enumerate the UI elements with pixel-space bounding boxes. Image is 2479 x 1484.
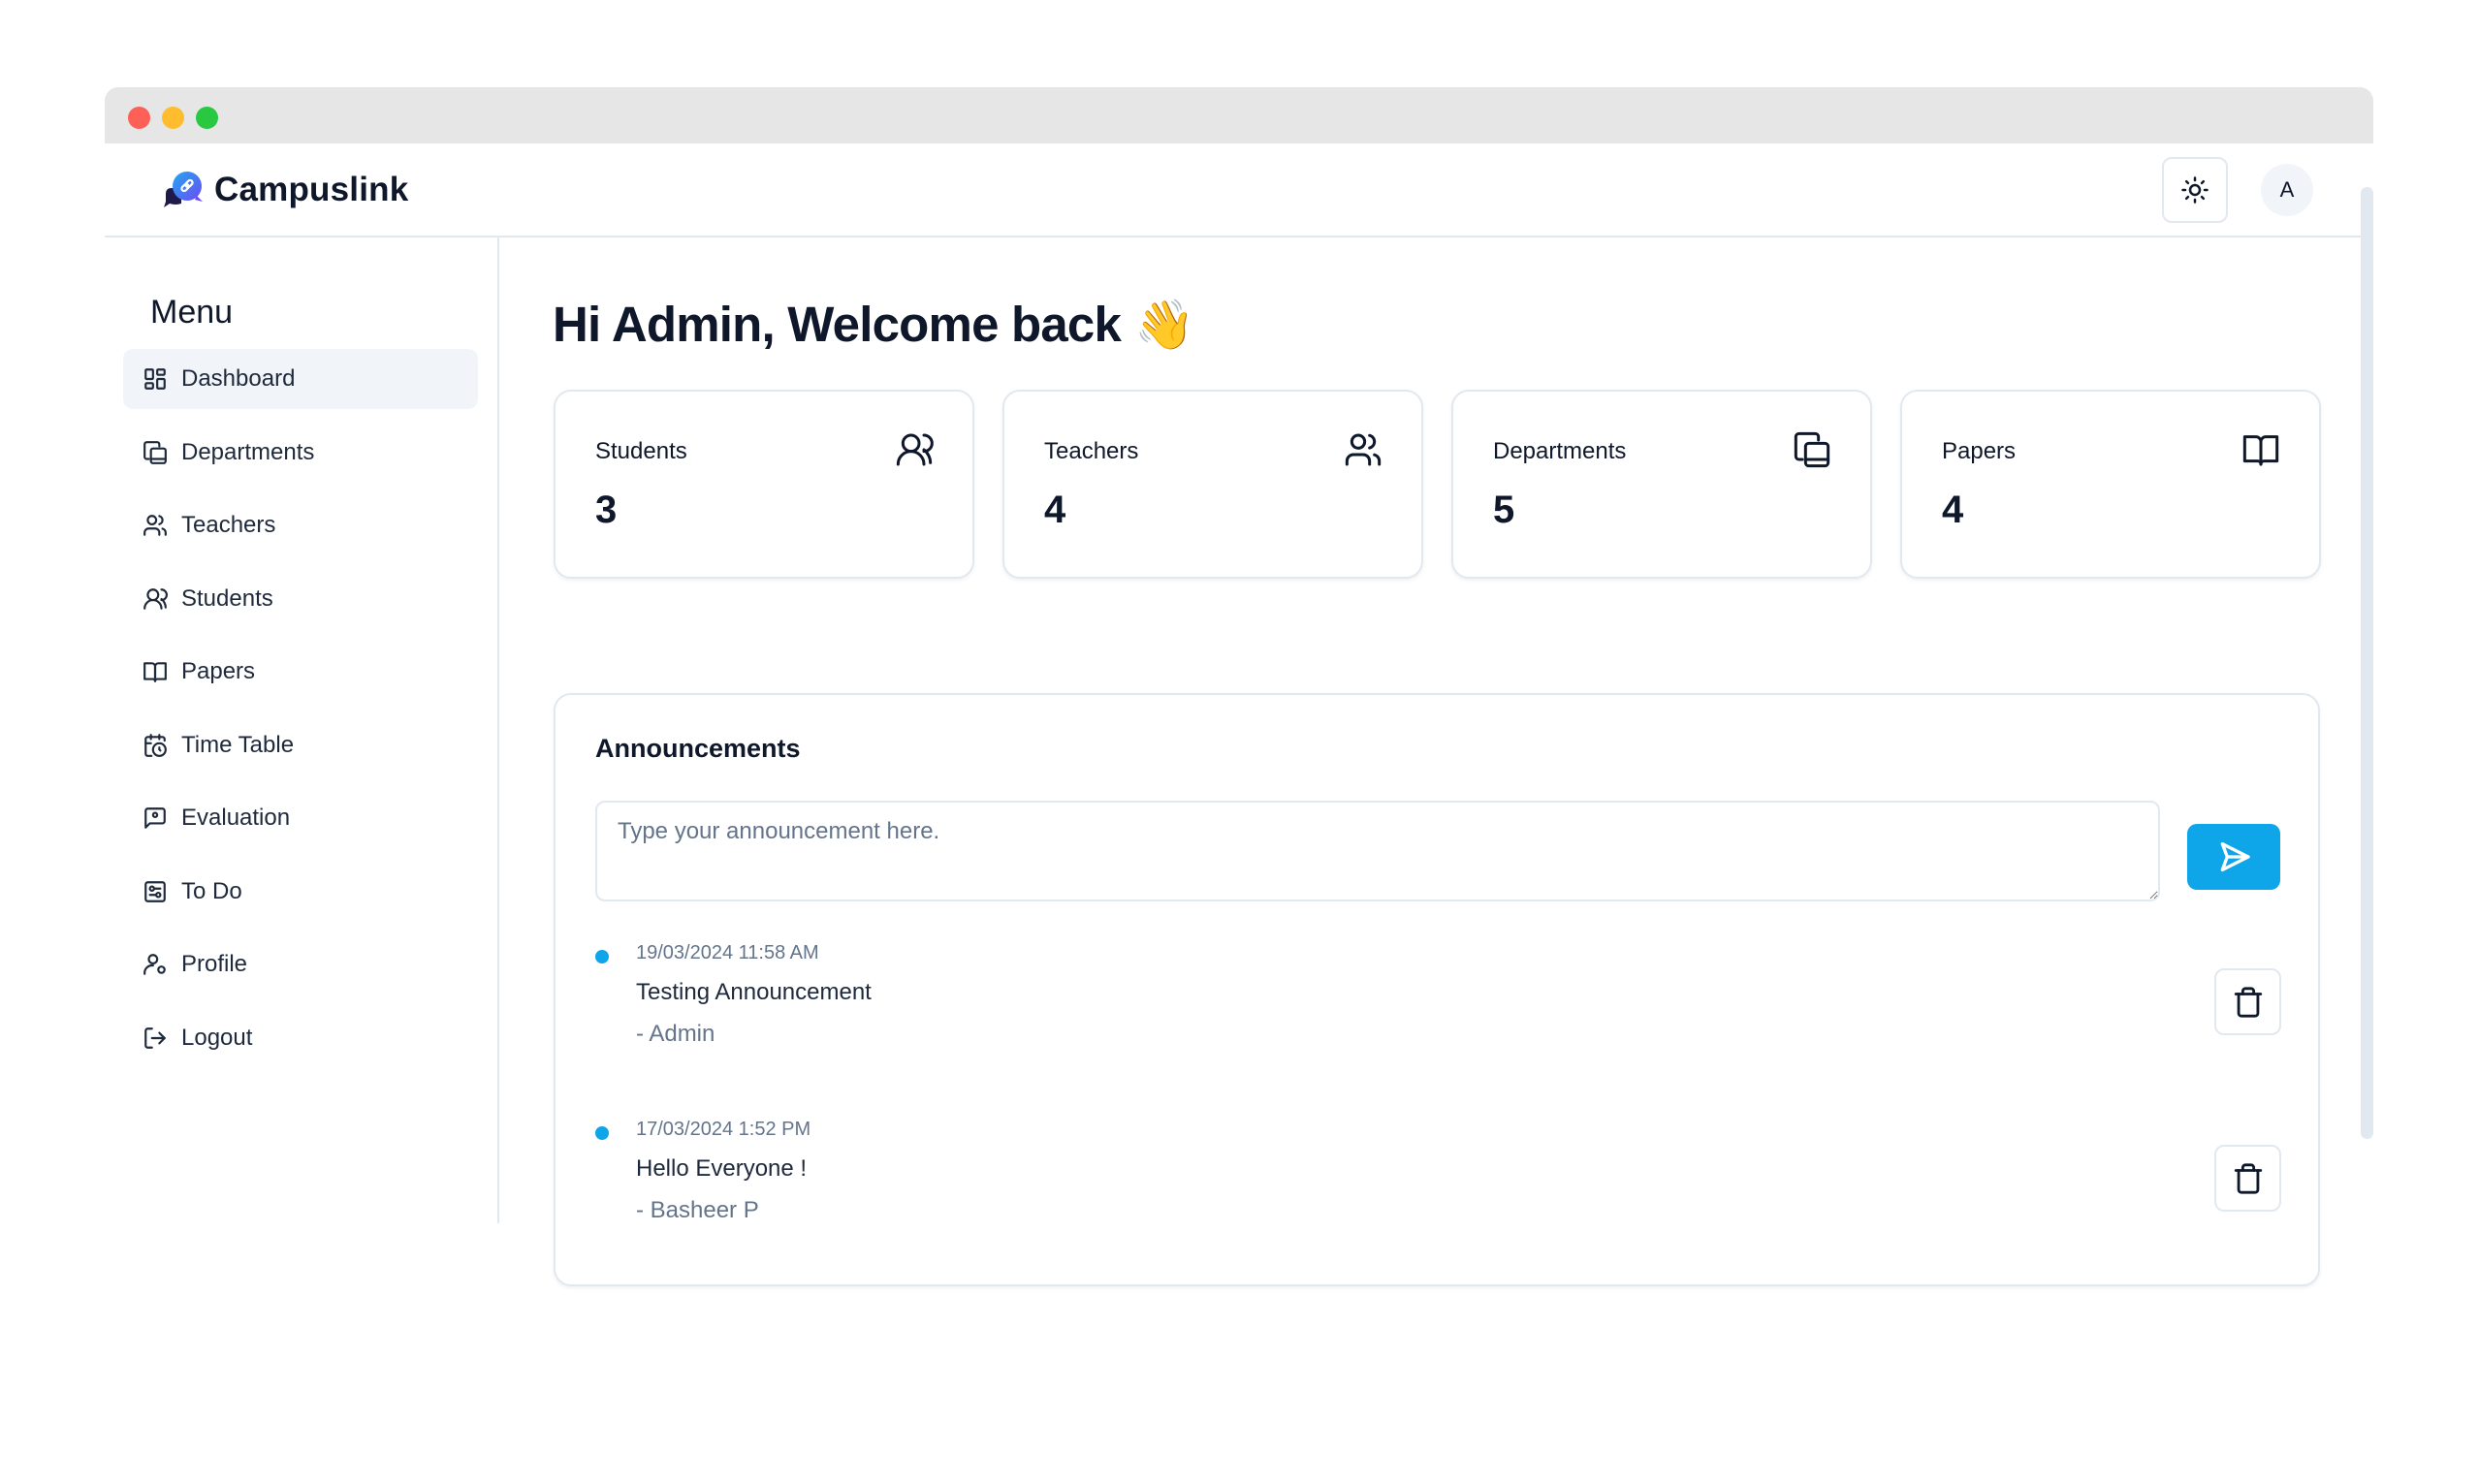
announcements-title: Announcements	[595, 734, 801, 763]
sidebar-item-time-table[interactable]: Time Table	[123, 715, 478, 775]
stat-label: Papers	[1942, 438, 2017, 464]
users-icon	[143, 515, 167, 536]
announcements-panel: Announcements 19/03/2024 11:58 AM Testin…	[554, 693, 2320, 1286]
announcement-text: Hello Everyone !	[636, 1155, 808, 1182]
app-window: Campuslink A Menu Dashboard Departments	[105, 87, 2373, 1286]
announcement-time: 17/03/2024 1:52 PM	[636, 1119, 811, 1140]
chat-link-logo-icon	[164, 172, 203, 207]
sidebar-item-logout[interactable]: Logout	[123, 1008, 478, 1068]
message-square-icon	[144, 807, 166, 829]
delete-announcement-button[interactable]	[2214, 1145, 2281, 1212]
minimize-window-button[interactable]	[162, 107, 184, 129]
title-bar	[105, 87, 2373, 143]
departments-icon	[1794, 431, 1830, 468]
sidebar-item-label: Departments	[181, 438, 315, 465]
users-icon	[1345, 433, 1382, 466]
users-round-icon	[143, 587, 168, 610]
announcement-time: 19/03/2024 11:58 AM	[636, 942, 819, 963]
departments-icon	[143, 440, 167, 464]
main-content: Hi Admin, Welcome back 👋 Students 3 Teac…	[499, 237, 2373, 1286]
vertical-scrollbar[interactable]	[2361, 187, 2373, 1139]
stat-label: Teachers	[1044, 438, 1139, 464]
sidebar-item-label: Papers	[181, 658, 256, 684]
announcement-input[interactable]	[595, 801, 2160, 901]
stat-card-departments[interactable]: Departments 5	[1451, 390, 1872, 579]
avatar-initial: A	[2279, 177, 2295, 202]
book-open-icon	[2242, 435, 2279, 466]
sidebar-item-students[interactable]: Students	[123, 569, 478, 629]
bullet-dot	[595, 1126, 609, 1140]
sidebar: Menu Dashboard Departments Teachers Stud…	[105, 237, 499, 1223]
bullet-dot	[595, 950, 609, 963]
announcement-author: - Basheer P	[636, 1197, 759, 1223]
sun-icon	[2181, 176, 2209, 204]
stat-card-students[interactable]: Students 3	[554, 390, 974, 579]
sidebar-item-teachers[interactable]: Teachers	[123, 495, 478, 555]
menu-title: Menu	[150, 294, 234, 331]
sidebar-item-dashboard[interactable]: Dashboard	[123, 349, 478, 409]
dashboard-grid-icon	[144, 368, 166, 390]
stat-value: 4	[1942, 489, 1964, 531]
sidebar-item-departments[interactable]: Departments	[123, 423, 478, 483]
sidebar-item-papers[interactable]: Papers	[123, 642, 478, 702]
sidebar-item-label: To Do	[181, 877, 242, 904]
stat-card-teachers[interactable]: Teachers 4	[1002, 390, 1423, 579]
sidebar-item-label: Profile	[181, 951, 248, 977]
send-announcement-button[interactable]	[2187, 824, 2280, 890]
sidebar-item-label: Dashboard	[181, 365, 296, 392]
announcement-item: 19/03/2024 11:58 AM Testing Announcement…	[595, 940, 2282, 1095]
stat-label: Departments	[1493, 438, 1627, 464]
sidebar-nav: Dashboard Departments Teachers Students …	[123, 349, 478, 1081]
logout-icon	[144, 1026, 166, 1049]
sidebar-item-label: Time Table	[181, 731, 295, 758]
announcement-text: Testing Announcement	[636, 979, 872, 1005]
trash-icon	[2234, 986, 2262, 1018]
stats-cards: Students 3 Teachers 4 Departments 5 Pape…	[554, 390, 2321, 579]
user-avatar[interactable]: A	[2261, 164, 2313, 216]
delete-announcement-button[interactable]	[2214, 968, 2281, 1035]
brand-name: Campuslink	[214, 171, 409, 208]
stat-label: Students	[595, 438, 687, 464]
sidebar-item-to-do[interactable]: To Do	[123, 862, 478, 922]
sidebar-item-label: Teachers	[181, 512, 276, 538]
theme-toggle-button[interactable]	[2162, 157, 2228, 223]
greeting-text: Hi Admin, Welcome back	[553, 297, 1122, 352]
stat-value: 3	[595, 489, 618, 531]
book-open-icon	[143, 662, 167, 682]
user-cog-icon	[143, 954, 166, 975]
sidebar-item-evaluation[interactable]: Evaluation	[123, 788, 478, 848]
sidebar-item-label: Logout	[181, 1024, 253, 1051]
stat-value: 4	[1044, 489, 1066, 531]
brand[interactable]: Campuslink	[162, 169, 408, 211]
users-round-icon	[896, 433, 934, 466]
sidebar-item-profile[interactable]: Profile	[123, 934, 478, 995]
app-header: Campuslink A	[105, 143, 2373, 237]
sidebar-item-label: Evaluation	[181, 805, 291, 831]
waving-hand-icon: 👋	[1134, 297, 1194, 352]
announcement-author: - Admin	[636, 1021, 715, 1047]
maximize-window-button[interactable]	[196, 107, 218, 129]
announcement-item: 17/03/2024 1:52 PM Hello Everyone ! - Ba…	[595, 1117, 2282, 1272]
todo-icon	[144, 880, 166, 902]
calendar-clock-icon	[144, 733, 167, 757]
sidebar-item-label: Students	[181, 584, 273, 612]
trash-icon	[2234, 1162, 2262, 1194]
close-window-button[interactable]	[128, 107, 150, 129]
stat-card-papers[interactable]: Papers 4	[1900, 390, 2321, 579]
stat-value: 5	[1493, 489, 1515, 531]
page-title: Hi Admin, Welcome back 👋	[553, 296, 1194, 353]
send-icon	[2220, 842, 2250, 871]
